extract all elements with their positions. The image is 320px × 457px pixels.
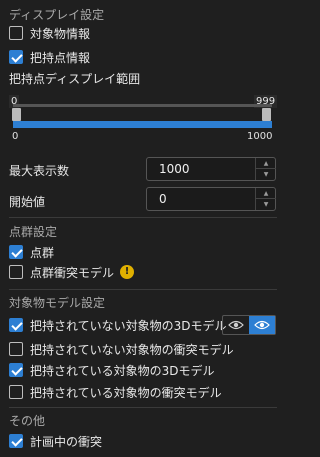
point-cloud-checkbox[interactable] <box>9 245 23 259</box>
range-upper-handle[interactable] <box>262 108 271 121</box>
point-cloud-label: 点群 <box>30 245 55 260</box>
range-lower-handle[interactable] <box>12 108 21 121</box>
grasp-info-checkbox-row[interactable]: 把持点情報 <box>9 48 90 66</box>
range-fill-bar[interactable] <box>13 121 272 128</box>
grasp-range-title: 把持点ディスプレイ範囲 <box>9 72 141 86</box>
max-display-label: 最大表示数 <box>9 164 70 178</box>
unheld-3d-model-row[interactable]: 把持されていない対象物の3Dモデル <box>9 316 227 334</box>
object-info-checkbox-row[interactable]: 対象物情報 <box>9 24 90 42</box>
max-display-spinbox[interactable]: ▲ ▼ <box>146 157 276 181</box>
other-settings-title: その他 <box>9 414 46 428</box>
visibility-toggle-group[interactable] <box>222 315 276 335</box>
start-value-arrows[interactable]: ▲ ▼ <box>255 188 276 210</box>
range-min-label: 0 <box>12 131 19 142</box>
grasp-info-label: 把持点情報 <box>30 50 91 65</box>
plan-collision-checkbox[interactable] <box>9 434 23 448</box>
point-cloud-checkbox-row[interactable]: 点群 <box>9 243 54 261</box>
collision-model-checkbox[interactable] <box>9 265 23 279</box>
object-info-checkbox[interactable] <box>9 26 23 40</box>
plan-collision-row[interactable]: 計画中の衝突 <box>9 432 102 450</box>
decrement-arrow-icon[interactable]: ▼ <box>256 169 276 180</box>
held-3d-model-checkbox[interactable] <box>9 363 23 377</box>
display-settings-title: ディスプレイ設定 <box>9 8 105 22</box>
increment-arrow-icon[interactable]: ▲ <box>256 188 276 199</box>
start-value-input[interactable] <box>147 188 255 210</box>
held-3d-model-label: 把持されている対象物の3Dモデル <box>30 363 215 378</box>
collision-model-label: 点群衝突モデル <box>30 265 115 280</box>
held-collision-model-label: 把持されている対象物の衝突モデル <box>30 385 222 400</box>
eye-icon[interactable] <box>249 316 275 334</box>
max-display-arrows[interactable]: ▲ ▼ <box>255 158 276 180</box>
divider <box>9 407 277 408</box>
range-max-label: 1000 <box>247 131 273 142</box>
warning-icon: ! <box>120 265 135 279</box>
unheld-collision-model-checkbox[interactable] <box>9 342 23 356</box>
grasp-info-checkbox[interactable] <box>9 50 23 64</box>
decrement-arrow-icon[interactable]: ▼ <box>256 199 276 210</box>
divider <box>9 289 277 290</box>
object-info-label: 対象物情報 <box>30 26 91 41</box>
unheld-collision-model-row[interactable]: 把持されていない対象物の衝突モデル <box>9 340 234 358</box>
max-display-input[interactable] <box>147 158 255 180</box>
start-value-label: 開始値 <box>9 195 46 209</box>
unheld-3d-model-label: 把持されていない対象物の3Dモデル <box>30 318 227 333</box>
eye-icon[interactable] <box>223 316 249 334</box>
plan-collision-label: 計画中の衝突 <box>30 434 103 449</box>
start-value-spinbox[interactable]: ▲ ▼ <box>146 187 276 211</box>
increment-arrow-icon[interactable]: ▲ <box>256 158 276 169</box>
held-collision-model-checkbox[interactable] <box>9 385 23 399</box>
held-collision-model-row[interactable]: 把持されている対象物の衝突モデル <box>9 383 222 401</box>
object-model-settings-title: 対象物モデル設定 <box>9 296 106 310</box>
point-cloud-settings-title: 点群設定 <box>9 225 58 239</box>
collision-model-checkbox-row[interactable]: 点群衝突モデル ! <box>9 263 135 281</box>
divider <box>9 217 277 218</box>
range-track-top <box>13 104 272 107</box>
unheld-3d-model-checkbox[interactable] <box>9 318 23 332</box>
unheld-collision-model-label: 把持されていない対象物の衝突モデル <box>30 342 234 357</box>
held-3d-model-row[interactable]: 把持されている対象物の3Dモデル <box>9 361 215 379</box>
